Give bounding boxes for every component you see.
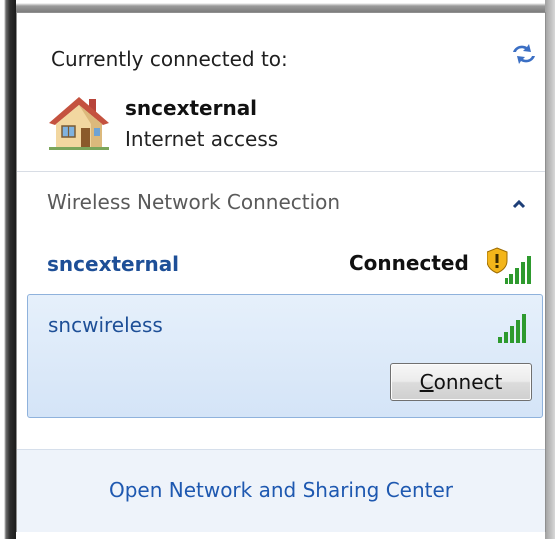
network-item-selected[interactable]: sncwireless Connect bbox=[27, 294, 543, 418]
flyout-footer: Open Network and Sharing Center bbox=[17, 449, 545, 532]
wireless-section: Wireless Network Connection sncexternal … bbox=[17, 172, 545, 438]
chevron-up-icon[interactable] bbox=[511, 198, 527, 210]
house-icon bbox=[49, 97, 109, 150]
connect-button[interactable]: Connect bbox=[390, 363, 532, 401]
wireless-section-title[interactable]: Wireless Network Connection bbox=[47, 190, 340, 214]
current-connection-panel: Currently connected to: sncexternal Inte… bbox=[17, 13, 545, 172]
window-frame-right bbox=[545, 0, 555, 539]
current-network-status: Internet access bbox=[125, 127, 279, 151]
secured-signal-strength-icon bbox=[487, 247, 531, 284]
network-item-name[interactable]: sncexternal bbox=[47, 252, 179, 276]
network-flyout: Currently connected to: sncexternal Inte… bbox=[16, 12, 546, 532]
current-connection-heading: Currently connected to: bbox=[51, 47, 288, 71]
connect-hotkey-letter: C bbox=[419, 370, 434, 394]
window-frame-left bbox=[0, 0, 16, 539]
signal-strength-icon bbox=[498, 314, 526, 343]
open-network-sharing-center-link[interactable]: Open Network and Sharing Center bbox=[17, 478, 545, 502]
network-item-status: Connected bbox=[349, 251, 469, 275]
network-item-name: sncwireless bbox=[48, 313, 163, 337]
current-network-name: sncexternal bbox=[125, 96, 258, 120]
refresh-arrows-icon[interactable] bbox=[509, 41, 539, 67]
connect-label: onnect bbox=[433, 370, 503, 394]
window-frame-top bbox=[0, 0, 555, 12]
